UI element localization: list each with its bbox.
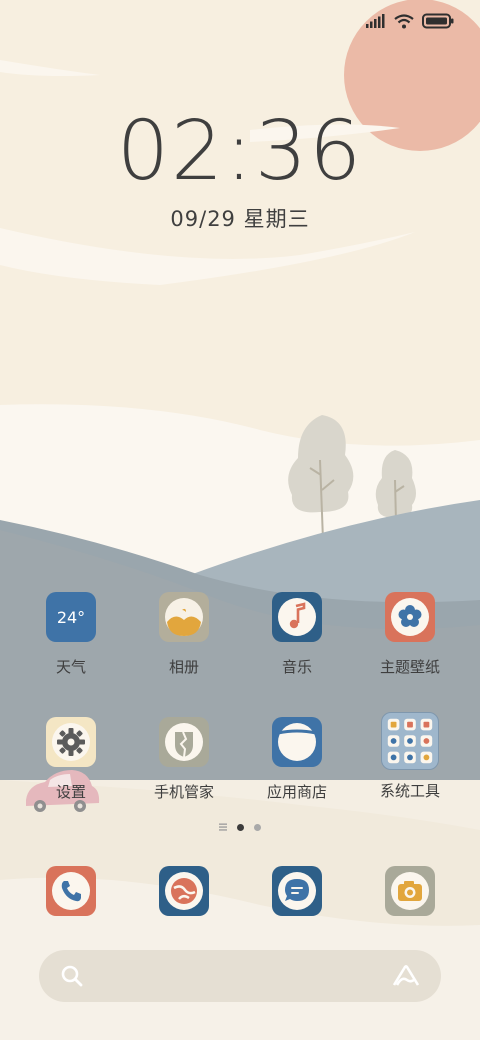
app-store-icon[interactable] [272,717,322,767]
music-glyph [278,598,316,636]
messages-icon [278,872,316,910]
app-list-icon[interactable] [219,823,227,831]
app-themes[interactable]: 主题壁纸 [355,592,465,677]
dock-camera[interactable] [385,866,435,916]
gallery-glyph [165,598,203,636]
themes-glyph [391,598,429,636]
app-store-glyph [277,723,317,761]
date[interactable]: 09/29 星期三 [0,203,480,233]
app-gallery[interactable]: 相册 [129,592,239,677]
battery-icon [422,13,454,29]
folder-glyph [387,718,433,764]
settings-icon[interactable] [46,717,96,767]
weather-icon[interactable]: 24° [46,592,96,642]
themes-icon[interactable] [385,592,435,642]
weather-temperature: 24° [56,607,86,627]
app-settings[interactable]: 设置 [16,717,126,802]
search-icon[interactable] [59,963,85,989]
page-dot-active[interactable] [237,823,244,831]
clock[interactable]: 02:36 [0,104,480,199]
security-glyph [165,723,203,761]
app-weather[interactable]: 24° 天气 [16,592,126,677]
status-bar [366,12,454,30]
app-label: 相册 [168,658,199,676]
app-label: 应用商店 [266,783,327,801]
dock-phone[interactable] [46,866,96,916]
dock-browser[interactable] [159,866,209,916]
music-icon[interactable] [272,592,322,642]
folder-icon[interactable] [381,712,439,770]
app-label: 设置 [55,783,86,801]
app-store[interactable]: 应用商店 [242,717,352,802]
camera-icon [391,872,429,910]
dock-messages[interactable] [272,866,322,916]
signal-icon [366,14,385,28]
app-security[interactable]: 手机管家 [129,717,239,802]
app-label: 手机管家 [153,783,214,801]
search-bar[interactable] [39,950,441,1002]
assistant-icon[interactable] [391,963,421,989]
page-indicator[interactable] [0,823,480,831]
app-folder-system-tools[interactable]: 系统工具 [355,712,465,801]
app-label: 音乐 [281,658,312,676]
phone-icon [52,872,90,910]
app-music[interactable]: 音乐 [242,592,352,677]
settings-glyph [52,723,90,761]
browser-icon [165,872,203,910]
page-dot[interactable] [254,823,261,831]
gallery-icon[interactable] [159,592,209,642]
wifi-icon [394,13,414,28]
security-icon[interactable] [159,717,209,767]
app-label: 主题壁纸 [379,658,440,676]
app-label: 系统工具 [379,782,440,800]
app-label: 天气 [55,658,86,676]
